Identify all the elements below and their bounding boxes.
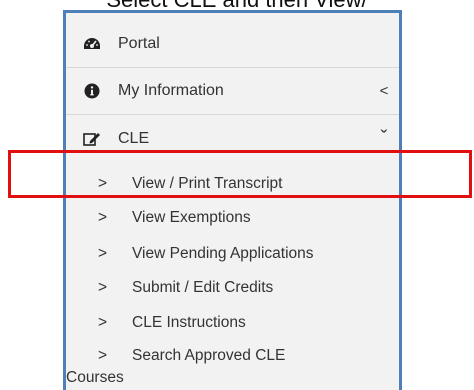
sidebar-item-label: CLE — [118, 129, 150, 147]
caret-right-icon: > — [98, 314, 108, 331]
sidebar-nav: Portal My Information < CLE ˇ > View / P… — [63, 10, 402, 390]
info-circle-icon — [83, 82, 101, 100]
submenu-item-label: Submit / Edit Credits — [132, 279, 274, 296]
sidebar-item-label: Portal — [118, 35, 160, 52]
edit-icon — [83, 130, 101, 148]
chevron-down-icon[interactable]: ˇ — [372, 127, 396, 150]
submenu-item-label: View Exemptions — [132, 209, 251, 226]
submenu-item-label: Search Approved CLE — [132, 347, 286, 364]
submenu-item-label: View Pending Applications — [132, 245, 314, 262]
submenu-item-label: CLE Instructions — [132, 314, 246, 331]
sidebar-item-label: My Information — [118, 82, 224, 99]
chevron-left-icon[interactable]: < — [372, 83, 396, 100]
caret-right-icon: > — [98, 279, 108, 296]
highlight-annotation-box — [8, 150, 472, 198]
submenu-item-label-line2: Courses — [66, 369, 124, 386]
caret-right-icon: > — [98, 347, 108, 364]
sidebar-item-my-information[interactable]: My Information < — [66, 68, 399, 115]
caret-right-icon: > — [98, 209, 108, 226]
caret-right-icon: > — [98, 245, 108, 262]
sidebar-item-portal[interactable]: Portal — [66, 21, 399, 68]
dashboard-icon — [83, 35, 101, 53]
